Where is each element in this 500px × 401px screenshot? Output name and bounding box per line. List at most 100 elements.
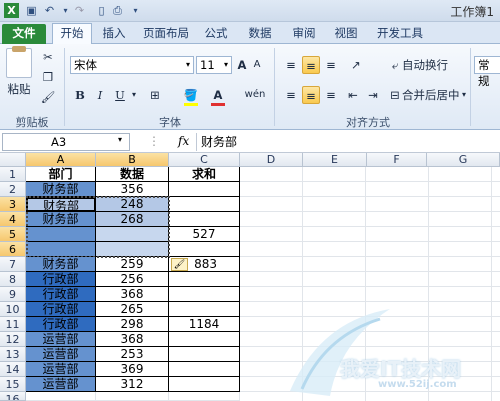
row-header-4[interactable]: 4: [0, 212, 26, 227]
tab-page-layout[interactable]: 页面布局: [140, 24, 192, 44]
customize-toolbar-icon[interactable]: ▾: [128, 3, 143, 18]
row-header-8[interactable]: 8: [0, 272, 26, 287]
cell-c14[interactable]: [169, 362, 240, 377]
cell-c4[interactable]: [169, 212, 240, 227]
align-middle-icon[interactable]: ≡: [302, 56, 320, 74]
tab-home[interactable]: 开始: [52, 23, 92, 45]
cell-a15[interactable]: 运营部: [26, 377, 96, 392]
cell-c11[interactable]: 1184: [169, 317, 240, 332]
cell-a9[interactable]: 行政部: [26, 287, 96, 302]
bold-button[interactable]: B: [72, 86, 88, 104]
phonetic-icon[interactable]: wén: [244, 86, 266, 104]
cell-b15[interactable]: 312: [96, 377, 169, 392]
tab-file[interactable]: 文件: [2, 24, 46, 44]
header-cell-sum[interactable]: 求和: [169, 167, 240, 182]
undo-dropdown-icon[interactable]: ▾: [58, 3, 73, 18]
cell-a6[interactable]: [26, 242, 96, 257]
cell-b9[interactable]: 368: [96, 287, 169, 302]
row-header-7[interactable]: 7: [0, 257, 26, 272]
spreadsheet-grid[interactable]: A B C D E F G 1 2 3 4 5 6 7 8 9 10 11 12…: [0, 153, 500, 401]
header-cell-department[interactable]: 部门: [26, 167, 96, 182]
align-right-icon[interactable]: ≡: [322, 86, 340, 104]
cell-b8[interactable]: 256: [96, 272, 169, 287]
cell-a4[interactable]: 财务部: [26, 212, 96, 227]
column-header-d[interactable]: D: [240, 153, 303, 167]
undo-icon[interactable]: ↶: [42, 3, 57, 18]
cell-c15[interactable]: [169, 377, 240, 392]
row-header-16[interactable]: 16: [0, 392, 26, 401]
cell-a8[interactable]: 行政部: [26, 272, 96, 287]
row-header-9[interactable]: 9: [0, 287, 26, 302]
increase-indent-icon[interactable]: ⇥: [364, 86, 382, 104]
cut-icon[interactable]: ✂: [38, 48, 58, 66]
new-document-icon[interactable]: ▯: [94, 3, 109, 18]
cell-a11[interactable]: 行政部: [26, 317, 96, 332]
cell-a16[interactable]: [26, 392, 96, 401]
wrap-text-icon[interactable]: ⤶: [388, 56, 402, 74]
format-painter-icon[interactable]: 🖌: [38, 88, 58, 106]
row-header-10[interactable]: 10: [0, 302, 26, 317]
cell-a12[interactable]: 运营部: [26, 332, 96, 347]
chevron-down-icon[interactable]: ▾: [130, 86, 138, 104]
italic-button[interactable]: I: [92, 86, 108, 104]
header-cell-data[interactable]: 数据: [96, 167, 169, 182]
column-header-c[interactable]: C: [169, 153, 240, 167]
cell-b4[interactable]: 268: [96, 212, 169, 227]
cell-a3-active[interactable]: 财务部: [26, 197, 96, 212]
align-top-icon[interactable]: ≡: [282, 56, 300, 74]
cell-c2[interactable]: [169, 182, 240, 197]
column-header-b[interactable]: B: [96, 153, 169, 167]
cell-b2[interactable]: 356: [96, 182, 169, 197]
tab-data[interactable]: 数据: [242, 24, 278, 44]
cell-c10[interactable]: [169, 302, 240, 317]
formula-input[interactable]: 财务部: [196, 133, 500, 151]
row-header-6[interactable]: 6: [0, 242, 26, 257]
paste-options-icon[interactable]: 🖌: [171, 258, 188, 271]
cell-b11[interactable]: 298: [96, 317, 169, 332]
paste-icon[interactable]: [6, 46, 32, 78]
underline-button[interactable]: U: [112, 86, 128, 104]
insert-function-button[interactable]: fx: [178, 134, 189, 148]
cell-a13[interactable]: 运营部: [26, 347, 96, 362]
tab-insert[interactable]: 插入: [96, 24, 132, 44]
cell-c3[interactable]: [169, 197, 240, 212]
font-color-button[interactable]: A: [210, 86, 226, 104]
cell-b14[interactable]: 369: [96, 362, 169, 377]
chevron-down-icon[interactable]: ▾: [460, 86, 468, 104]
row-header-5[interactable]: 5: [0, 227, 26, 242]
cell-b6[interactable]: [96, 242, 169, 257]
font-name-select[interactable]: 宋体 ▾: [70, 56, 194, 74]
borders-icon[interactable]: ⊞: [146, 86, 164, 104]
row-header-1[interactable]: 1: [0, 167, 26, 182]
row-header-11[interactable]: 11: [0, 317, 26, 332]
tab-developer[interactable]: 开发工具: [372, 24, 428, 44]
cell-c9[interactable]: [169, 287, 240, 302]
column-header-a[interactable]: A: [26, 153, 96, 167]
cell-b5[interactable]: [96, 227, 169, 242]
row-header-14[interactable]: 14: [0, 362, 26, 377]
fill-color-icon[interactable]: 🪣: [182, 86, 200, 104]
cell-c12[interactable]: [169, 332, 240, 347]
cell-c8[interactable]: [169, 272, 240, 287]
cell-a10[interactable]: 行政部: [26, 302, 96, 317]
cell-c13[interactable]: [169, 347, 240, 362]
wrap-text-button[interactable]: 自动换行: [402, 56, 448, 74]
cell-a5[interactable]: [26, 227, 96, 242]
excel-logo-icon[interactable]: X: [4, 3, 19, 18]
number-format-select[interactable]: 常规: [474, 56, 500, 88]
cell-b3[interactable]: 248: [96, 197, 169, 212]
redo-icon[interactable]: ↷: [72, 3, 87, 18]
copy-icon[interactable]: ❐: [38, 68, 58, 86]
cell-b7[interactable]: 259: [96, 257, 169, 272]
cell-c6[interactable]: [169, 242, 240, 257]
decrease-indent-icon[interactable]: ⇤: [344, 86, 362, 104]
row-header-3[interactable]: 3: [0, 197, 26, 212]
save-icon[interactable]: ▣: [24, 3, 39, 18]
print-preview-icon[interactable]: ⎙: [110, 3, 125, 18]
tab-view[interactable]: 视图: [328, 24, 364, 44]
cell-c16[interactable]: [169, 392, 240, 401]
cell-b16[interactable]: [96, 392, 169, 401]
cell-b12[interactable]: 368: [96, 332, 169, 347]
column-header-g[interactable]: G: [427, 153, 500, 167]
paste-button[interactable]: 粘贴: [4, 80, 34, 98]
